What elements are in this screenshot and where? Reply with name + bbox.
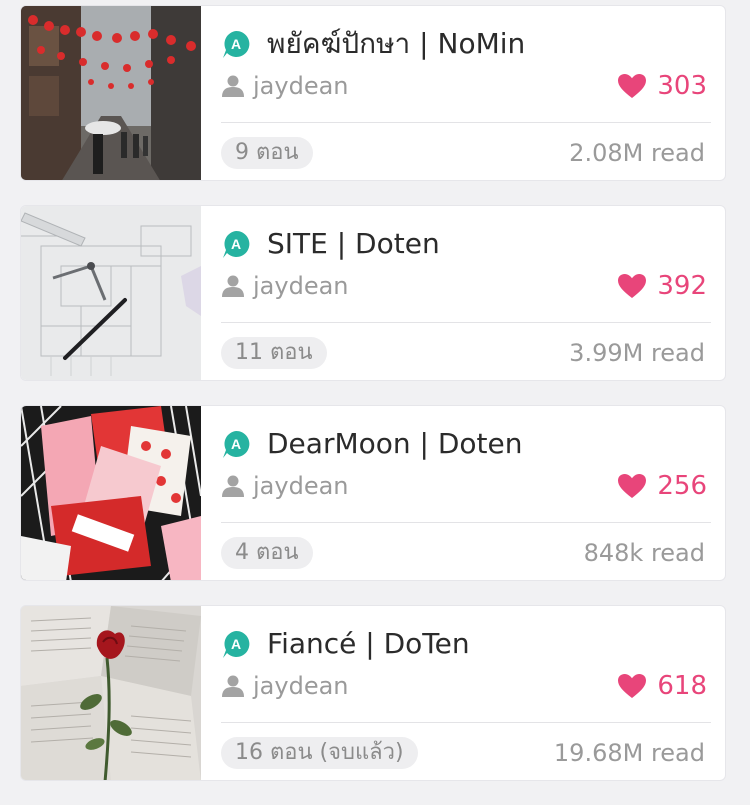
like-count: 303: [657, 71, 707, 101]
story-card[interactable]: A พยัคฆ์ปักษา | NoMin jaydean 303 9 ตอน …: [20, 5, 726, 181]
story-cover-image[interactable]: [21, 6, 201, 180]
story-cover-image[interactable]: [21, 206, 201, 380]
author-row[interactable]: jaydean: [221, 266, 349, 306]
title-row[interactable]: A SITE | Doten: [221, 224, 711, 264]
author-name[interactable]: jaydean: [253, 72, 349, 100]
story-card[interactable]: A SITE | Doten jaydean 392 11 ตอน 3.99M …: [20, 205, 726, 381]
svg-text:A: A: [231, 636, 241, 652]
blueprint-cover: [21, 206, 201, 380]
story-list: A พยัคฆ์ปักษา | NoMin jaydean 303 9 ตอน …: [20, 5, 726, 805]
story-title[interactable]: Fiancé | DoTen: [267, 624, 470, 664]
likes: 392: [617, 266, 707, 306]
street-lanterns-cover: [21, 6, 201, 180]
story-info: A SITE | Doten jaydean 392 11 ตอน 3.99M …: [221, 206, 711, 380]
user-icon: [221, 274, 245, 298]
badge-a-icon: A: [221, 629, 251, 659]
story-card[interactable]: A DearMoon | Doten jaydean 256 4 ตอน 848…: [20, 405, 726, 581]
like-count: 256: [657, 471, 707, 501]
read-count: 848k read: [583, 539, 705, 567]
story-cover-image[interactable]: [21, 606, 201, 780]
chapter-count-badge: 9 ตอน: [221, 137, 313, 169]
chapter-count-badge: 4 ตอน: [221, 537, 313, 569]
read-count: 2.08M read: [569, 139, 705, 167]
author-row[interactable]: jaydean: [221, 66, 349, 106]
story-title[interactable]: DearMoon | Doten: [267, 424, 523, 464]
divider: [221, 522, 711, 523]
story-card[interactable]: A Fiancé | DoTen jaydean 618 16 ตอน (จบแ…: [20, 605, 726, 781]
read-count: 3.99M read: [569, 339, 705, 367]
story-title[interactable]: พยัคฆ์ปักษา | NoMin: [267, 24, 525, 64]
badge-a-icon: A: [221, 229, 251, 259]
title-row[interactable]: A DearMoon | Doten: [221, 424, 711, 464]
user-icon: [221, 74, 245, 98]
svg-text:A: A: [231, 436, 241, 452]
svg-text:A: A: [231, 236, 241, 252]
user-icon: [221, 474, 245, 498]
author-name[interactable]: jaydean: [253, 472, 349, 500]
user-icon: [221, 674, 245, 698]
snack-packs-cover: [21, 406, 201, 580]
heart-icon: [617, 673, 647, 699]
likes: 303: [617, 66, 707, 106]
like-count: 392: [657, 271, 707, 301]
svg-text:A: A: [231, 36, 241, 52]
title-row[interactable]: A Fiancé | DoTen: [221, 624, 711, 664]
heart-icon: [617, 473, 647, 499]
divider: [221, 122, 711, 123]
story-cover-image[interactable]: [21, 406, 201, 580]
story-info: A พยัคฆ์ปักษา | NoMin jaydean 303 9 ตอน …: [221, 6, 711, 180]
author-name[interactable]: jaydean: [253, 272, 349, 300]
heart-icon: [617, 273, 647, 299]
story-title[interactable]: SITE | Doten: [267, 224, 440, 264]
story-info: A DearMoon | Doten jaydean 256 4 ตอน 848…: [221, 406, 711, 580]
badge-a-icon: A: [221, 429, 251, 459]
likes: 618: [617, 666, 707, 706]
divider: [221, 322, 711, 323]
divider: [221, 722, 711, 723]
author-row[interactable]: jaydean: [221, 666, 349, 706]
likes: 256: [617, 466, 707, 506]
like-count: 618: [657, 671, 707, 701]
title-row[interactable]: A พยัคฆ์ปักษา | NoMin: [221, 24, 711, 64]
chapter-count-badge: 16 ตอน (จบแล้ว): [221, 737, 418, 769]
heart-icon: [617, 73, 647, 99]
author-name[interactable]: jaydean: [253, 672, 349, 700]
chapter-count-badge: 11 ตอน: [221, 337, 327, 369]
badge-a-icon: A: [221, 29, 251, 59]
story-info: A Fiancé | DoTen jaydean 618 16 ตอน (จบแ…: [221, 606, 711, 780]
author-row[interactable]: jaydean: [221, 466, 349, 506]
read-count: 19.68M read: [553, 739, 705, 767]
rose-on-pages-cover: [21, 606, 201, 780]
